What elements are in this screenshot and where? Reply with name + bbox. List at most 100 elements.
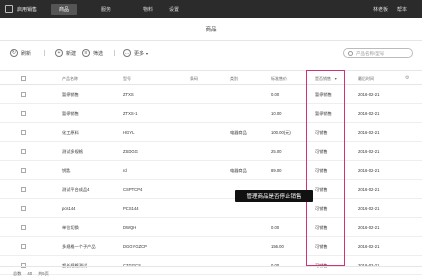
help-link[interactable]: 帮本 bbox=[397, 6, 407, 13]
cell-name: 化工原料 bbox=[62, 130, 79, 135]
cell-status: 暂停销售 bbox=[315, 111, 332, 116]
cell-date: 2016-02-21 bbox=[358, 225, 380, 230]
table-row[interactable]: pcs144 PCS144 可销售 2016-02-21 bbox=[0, 199, 422, 218]
cell-code: DWQH bbox=[123, 225, 137, 230]
cell-name: 单位切换 bbox=[62, 225, 79, 230]
cell-price: 100.00(元) bbox=[271, 130, 291, 135]
cell-code: CSPTCP4 bbox=[123, 187, 143, 192]
row-checkbox[interactable] bbox=[21, 92, 26, 97]
row-checkbox[interactable] bbox=[21, 206, 26, 211]
refresh-icon: ↻ bbox=[10, 49, 18, 57]
add-button[interactable]: + 新建 bbox=[55, 49, 76, 57]
user-name[interactable]: 林老板 bbox=[373, 6, 388, 13]
table-row[interactable]: 测试多规格 ZSDGG 25.00 可销售 2016-02-21 bbox=[0, 142, 422, 161]
add-label: 新建 bbox=[66, 50, 77, 57]
cell-category: 电器商品 bbox=[230, 168, 247, 173]
table-row[interactable]: 多规格一个子产品 DGGYGZCP 156.00 可销售 2016-02-21 bbox=[0, 237, 422, 256]
cell-name: 暂停销售 bbox=[62, 92, 79, 97]
row-checkbox[interactable] bbox=[21, 168, 26, 173]
search-box[interactable] bbox=[343, 48, 413, 58]
cell-date: 2016-02-21 bbox=[358, 168, 380, 173]
page-header: 商品 bbox=[0, 18, 422, 41]
cell-name: pcs144 bbox=[62, 206, 76, 211]
row-checkbox[interactable] bbox=[21, 149, 26, 154]
table-row[interactable]: 钥匙 rd 电器商品 89.00 可销售 2016-02-21 bbox=[0, 161, 422, 180]
column-settings-icon[interactable]: ⚙ bbox=[405, 75, 409, 81]
more-label: 更多 bbox=[134, 50, 145, 57]
nav-tab-materials[interactable]: 物料 bbox=[135, 0, 161, 18]
app-name: 启用销售 bbox=[17, 6, 38, 13]
column-header-status[interactable]: 是否销售 ▼ bbox=[315, 76, 337, 82]
cell-price: 0.00 bbox=[271, 225, 280, 230]
cell-date: 2016-02-21 bbox=[358, 187, 380, 192]
nav-tab-settings[interactable]: 设置 bbox=[161, 0, 187, 18]
total-count: 40 bbox=[27, 271, 33, 276]
main-nav: 商品 服务 物料 设置 bbox=[51, 0, 187, 18]
cell-code: HGYL bbox=[123, 130, 135, 135]
cell-category: 电器商品 bbox=[230, 130, 247, 135]
table-row[interactable]: 测试平台成品4 CSPTCP4 可销售 2016-02-21 bbox=[0, 180, 422, 199]
row-checkbox[interactable] bbox=[21, 111, 26, 116]
cell-price: 89.00 bbox=[271, 168, 282, 173]
nav-tab-services[interactable]: 服务 bbox=[93, 0, 119, 18]
column-header-code[interactable]: 型号 bbox=[123, 76, 131, 82]
app-logo-icon bbox=[5, 5, 13, 13]
cell-name: 测试平台成品4 bbox=[62, 187, 90, 192]
cell-status: 可销售 bbox=[315, 187, 328, 192]
status-tooltip: 管理商品是否停止销售 bbox=[235, 190, 313, 202]
cell-code: ZSDGG bbox=[123, 149, 138, 154]
cell-status: 可销售 bbox=[315, 130, 328, 135]
column-header-price[interactable]: 标准售价 bbox=[271, 76, 287, 82]
sort-down-icon: ▼ bbox=[334, 77, 338, 81]
top-nav-bar: 启用销售 商品 服务 物料 设置 林老板 帮本 bbox=[0, 0, 422, 18]
nav-tab-products[interactable]: 商品 bbox=[51, 3, 78, 15]
page-title: 商品 bbox=[205, 27, 217, 33]
cell-code: ZTXS-1 bbox=[123, 111, 138, 116]
cell-name: 测试多规格 bbox=[62, 149, 83, 154]
product-table: 产品名称 型号 条码 类别 标准售价 是否销售 ▼ 最后时间 ⚙ 暂停销售 ZTX… bbox=[0, 70, 422, 275]
filter-icon: ≡ bbox=[82, 49, 90, 57]
cell-status: 可销售 bbox=[315, 149, 328, 154]
refresh-button[interactable]: ↻ 刷新 bbox=[10, 49, 31, 57]
refresh-label: 刷新 bbox=[21, 50, 32, 57]
column-header-category[interactable]: 类别 bbox=[230, 76, 238, 82]
cell-price: 0.00 bbox=[271, 92, 280, 97]
table-row[interactable]: 化工原料 HGYL 电器商品 100.00(元) 可销售 2016-02-21 bbox=[0, 123, 422, 142]
select-all-checkbox[interactable] bbox=[21, 76, 26, 81]
filter-button[interactable]: ≡ 筛选 bbox=[82, 49, 103, 57]
more-button[interactable]: … 更多 ▾ bbox=[123, 49, 148, 57]
cell-code: DGGYGZCP bbox=[123, 244, 147, 249]
cell-date: 2016-02-21 bbox=[358, 149, 380, 154]
cell-code: PCS144 bbox=[123, 206, 139, 211]
row-checkbox[interactable] bbox=[21, 225, 26, 230]
row-checkbox[interactable] bbox=[21, 187, 26, 192]
row-checkbox[interactable] bbox=[21, 244, 26, 249]
search-input[interactable] bbox=[356, 50, 406, 56]
total-label: 总数 bbox=[13, 270, 22, 276]
cell-status: 可销售 bbox=[315, 206, 328, 211]
user-area: 林老板 帮本 bbox=[373, 0, 407, 18]
cell-date: 2016-02-21 bbox=[358, 111, 380, 116]
table-row[interactable]: 暂停销售 ZTXS-1 10.00 暂停销售 2016-02-21 bbox=[0, 104, 422, 123]
table-header: 产品名称 型号 条码 类别 标准售价 是否销售 ▼ 最后时间 ⚙ bbox=[0, 70, 422, 85]
table-row[interactable]: 暂停销售 ZTXS 0.00 暂停销售 2016-02-21 bbox=[0, 85, 422, 104]
chevron-down-icon: ▾ bbox=[146, 50, 149, 56]
cell-status: 可销售 bbox=[315, 244, 328, 249]
column-header-barcode[interactable]: 条码 bbox=[190, 76, 198, 82]
filter-label: 筛选 bbox=[93, 50, 104, 57]
more-icon: … bbox=[123, 49, 131, 57]
cell-date: 2016-02-21 bbox=[358, 130, 380, 135]
table-footer: 总数 40 共5页 bbox=[0, 266, 422, 280]
cell-date: 2016-02-21 bbox=[358, 206, 380, 211]
column-header-date[interactable]: 最后时间 bbox=[358, 76, 374, 82]
toolbar-divider bbox=[44, 50, 45, 56]
search-icon bbox=[348, 50, 353, 56]
cell-name: 钥匙 bbox=[62, 168, 71, 173]
row-checkbox[interactable] bbox=[21, 130, 26, 135]
cell-code: ZTXS bbox=[123, 92, 134, 97]
page-count: 共5页 bbox=[38, 270, 49, 276]
app-logo[interactable]: 启用销售 bbox=[5, 5, 37, 13]
add-icon: + bbox=[55, 49, 63, 57]
table-row[interactable]: 单位切换 DWQH 0.00 可销售 2016-02-21 bbox=[0, 218, 422, 237]
column-header-name[interactable]: 产品名称 bbox=[62, 76, 78, 82]
